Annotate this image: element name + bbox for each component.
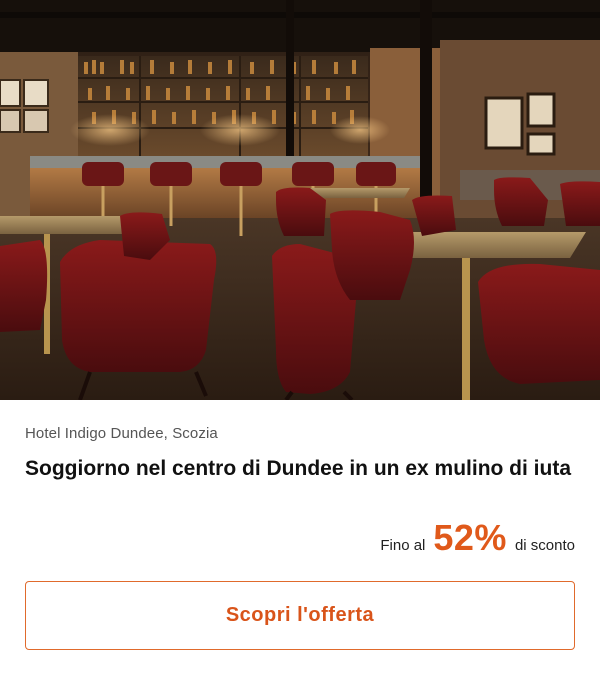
discount-suffix: di sconto	[514, 537, 575, 554]
offer-title[interactable]: Soggiorno nel centro di Dundee in un ex …	[25, 455, 575, 482]
view-offer-button[interactable]: Scopri l'offerta	[25, 581, 575, 650]
offer-card[interactable]: Hotel Indigo Dundee, Scozia Soggiorno ne…	[0, 0, 600, 676]
hotel-name: Hotel Indigo Dundee, Scozia	[25, 425, 218, 442]
discount-info: Fino al 52% di sconto	[380, 518, 575, 558]
discount-prefix: Fino al	[380, 537, 426, 554]
discount-value: 52%	[433, 517, 507, 558]
hotel-photo[interactable]	[0, 0, 600, 400]
